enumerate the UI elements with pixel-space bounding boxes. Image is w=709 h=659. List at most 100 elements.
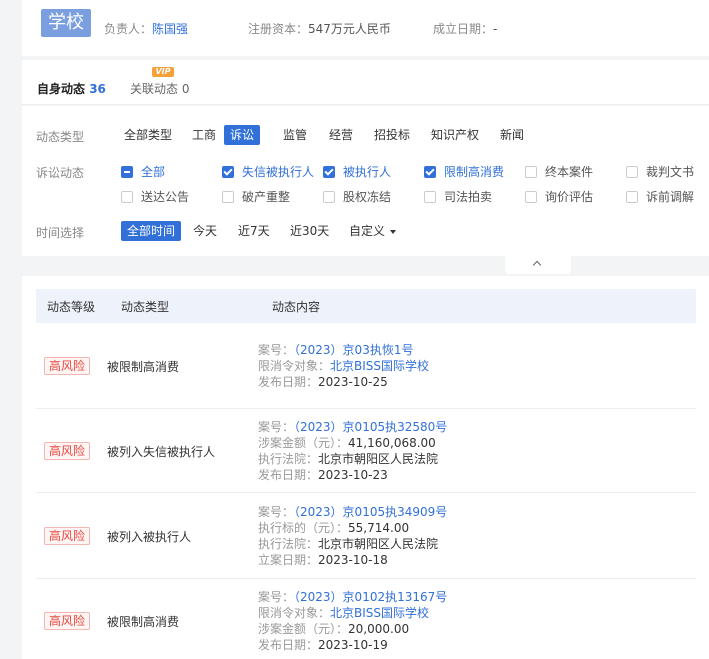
content-line-label: 立案日期： (258, 553, 319, 567)
content-line-label: 案号： (258, 343, 295, 357)
content-line-link[interactable]: 北京BISS国际学校 (330, 359, 429, 373)
content-line-link[interactable]: （2023）京0105执32580号 (294, 420, 447, 434)
dynamic-type: 被列入失信被执行人 (107, 445, 216, 459)
time-option-label: 近30天 (290, 224, 330, 238)
capital-info: 注册资本：547万元人民币 (248, 22, 391, 36)
type-option-4[interactable]: 经营 (329, 125, 353, 145)
litigation-checkbox-6[interactable]: 送达公告 (121, 189, 189, 205)
checkbox-icon (626, 191, 638, 203)
content-line-link[interactable]: （2023）京0102执13167号 (294, 590, 447, 604)
litigation-checkbox-0[interactable]: 全部 (121, 164, 165, 180)
content-line-value: 55,714.00 (348, 521, 410, 535)
content-line-value: 41,160,068.00 (348, 436, 436, 450)
principal-link[interactable]: 陈国强 (152, 22, 188, 36)
content-line: 执行标的（元）：55,714.00 (258, 520, 447, 536)
time-filter-label: 时间选择 (36, 226, 85, 240)
time-option-2[interactable]: 近7天 (238, 221, 270, 241)
time-option-1[interactable]: 今天 (193, 221, 217, 241)
litigation-checkbox-9[interactable]: 司法拍卖 (424, 189, 492, 205)
content-line-label: 发布日期： (258, 375, 319, 389)
dynamic-content: 案号：（2023）京03执恢1号 限消令对象：北京BISS国际学校 发布日期：202… (258, 342, 429, 390)
checkbox-label: 询价评估 (545, 190, 594, 204)
content-line-value: 北京市朝阳区人民法院 (318, 452, 439, 466)
header-content: 动态内容 (272, 300, 321, 314)
type-option-1[interactable]: 工商 (192, 125, 216, 145)
type-option-3[interactable]: 监管 (283, 125, 307, 145)
dynamic-type: 被限制高消费 (107, 615, 180, 629)
content-line: 发布日期：2023-10-25 (258, 374, 429, 390)
type-option-6[interactable]: 知识产权 (431, 125, 479, 145)
checkbox-label: 限制高消费 (444, 165, 505, 179)
checkbox-icon (121, 191, 133, 203)
litigation-checkbox-10[interactable]: 询价评估 (525, 189, 593, 205)
caret-down-icon (390, 229, 397, 234)
time-option-label: 自定义 (349, 224, 386, 238)
litigation-checkbox-11[interactable]: 诉前调解 (626, 189, 694, 205)
content-line-link[interactable]: （2023）京03执恢1号 (294, 343, 413, 357)
checkbox-icon (525, 166, 537, 178)
checkbox-label: 送达公告 (141, 190, 190, 204)
table-row: 高风险 被限制高消费 案号：（2023）京03执恢1号 限消令对象：北京BISS国际学… (36, 323, 696, 409)
checkbox-label: 司法拍卖 (444, 190, 493, 204)
content-line: 案号：（2023）京03执恢1号 (258, 342, 429, 358)
content-line: 涉案金额（元）：41,160,068.00 (258, 435, 447, 451)
checkbox-label: 裁判文书 (646, 165, 695, 179)
content-line-label: 发布日期： (258, 468, 319, 482)
checkbox-label: 全部 (141, 165, 166, 179)
risk-level-badge: 高风险 (44, 612, 91, 630)
litigation-checkbox-4[interactable]: 终本案件 (525, 164, 593, 180)
content-line: 限消令对象：北京BISS国际学校 (258, 358, 429, 374)
dynamic-content: 案号：（2023）京0102执13167号 限消令对象：北京BISS国际学校 涉案金… (258, 589, 447, 653)
content-line-value: 2023-10-25 (318, 375, 388, 389)
collapse-filters-button[interactable] (505, 256, 571, 274)
tab-self-dynamics[interactable]: 自身动态 36 (37, 80, 106, 97)
checkbox-label: 诉前调解 (646, 190, 695, 204)
litigation-checkbox-3[interactable]: 限制高消费 (424, 164, 504, 180)
time-option-4[interactable]: 自定义 (349, 221, 397, 241)
dynamic-type: 被限制高消费 (107, 360, 180, 374)
checkbox-label: 失信被执行人 (242, 165, 315, 179)
content-line-label: 涉案金额（元）： (258, 436, 349, 450)
dynamic-type: 被列入被执行人 (107, 530, 192, 544)
checkbox-label: 终本案件 (545, 165, 594, 179)
type-option-7[interactable]: 新闻 (500, 125, 524, 145)
filter-panel: 动态类型 全部类型 工商 诉讼 监管 经营 招投标 知识产权 新闻 诉讼动态 全部 失信被执行人… (22, 106, 709, 256)
content-line: 立案日期：2023-10-18 (258, 552, 447, 568)
content-line: 执行法院：北京市朝阳区人民法院 (258, 536, 447, 552)
checkbox-label: 股权冻结 (343, 190, 392, 204)
content-line: 发布日期：2023-10-19 (258, 637, 447, 653)
time-option-3[interactable]: 近30天 (290, 221, 329, 241)
litigation-checkbox-1[interactable]: 失信被执行人 (222, 164, 314, 180)
checkbox-icon (626, 166, 638, 178)
content-line-link[interactable]: （2023）京0105执34909号 (294, 505, 447, 519)
litigation-checkbox-5[interactable]: 裁判文书 (626, 164, 694, 180)
content-line-link[interactable]: 北京BISS国际学校 (330, 606, 429, 620)
type-option-2[interactable]: 诉讼 (224, 125, 261, 145)
content-line-label: 涉案金额（元）： (258, 622, 349, 636)
time-option-0[interactable]: 全部时间 (121, 221, 182, 241)
content-line-value: 2023-10-23 (318, 468, 388, 482)
checkbox-icon (525, 191, 537, 203)
tab-related-dynamics[interactable]: 关联动态 0 (130, 80, 189, 97)
table-row: 高风险 被限制高消费 案号：（2023）京0102执13167号 限消令对象：北京BI… (36, 579, 696, 659)
type-option-5[interactable]: 招投标 (374, 125, 410, 145)
time-option-label: 全部时间 (127, 224, 176, 238)
time-option-label: 近7天 (238, 224, 270, 238)
checkbox-label: 破产重整 (242, 190, 291, 204)
litigation-checkbox-8[interactable]: 股权冻结 (323, 189, 391, 205)
company-header: 学校 负责人：陈国强 注册资本：547万元人民币 成立日期：- (22, 0, 709, 56)
litigation-checkbox-2[interactable]: 被执行人 (323, 164, 391, 180)
checkbox-icon (323, 166, 335, 178)
principal-info: 负责人：陈国强 (104, 22, 189, 36)
content-line-value: 20,000.00 (348, 622, 410, 636)
checkbox-icon (222, 166, 234, 178)
type-option-0[interactable]: 全部类型 (124, 125, 172, 145)
dynamic-content: 案号：（2023）京0105执32580号 涉案金额（元）：41,160,068.… (258, 419, 447, 483)
checkbox-icon (424, 166, 436, 178)
content-line-label: 案号： (258, 505, 295, 519)
litigation-checkbox-7[interactable]: 破产重整 (222, 189, 290, 205)
dynamic-tabs: 自身动态 36 关联动态 0 (22, 60, 709, 105)
content-line-label: 执行法院： (258, 452, 319, 466)
checkbox-icon (121, 166, 133, 178)
checkbox-icon (323, 191, 335, 203)
